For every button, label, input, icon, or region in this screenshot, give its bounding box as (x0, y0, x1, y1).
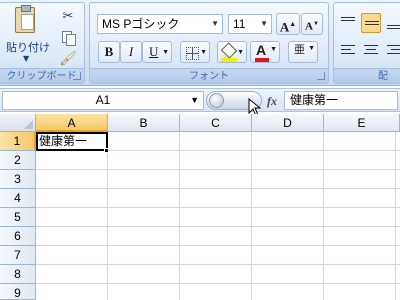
format-painter-icon[interactable]: 🖌 (59, 51, 77, 67)
up-arrow-icon: ▲ (289, 20, 297, 28)
line-icon (387, 53, 400, 54)
line-icon (364, 45, 378, 46)
line-icon (364, 53, 378, 54)
formula-bar: A1 ▼ fx 健康第一 (0, 88, 400, 112)
alignment-group-title: 配 (378, 71, 388, 82)
alignment-group: 配 (333, 2, 400, 84)
insert-function-button[interactable]: fx (262, 92, 282, 110)
line-icon (366, 49, 376, 50)
paste-label: 貼り付け (6, 41, 50, 54)
line-icon (341, 17, 355, 18)
line-icon (341, 20, 355, 21)
borders-button[interactable]: ▼ (180, 41, 210, 63)
align-right-button[interactable] (384, 41, 400, 61)
grow-font-button[interactable]: A▲ (276, 13, 300, 35)
fill-color-button[interactable]: ▼ (217, 41, 247, 63)
row-header-3[interactable]: 3 (0, 170, 36, 189)
row-header-8[interactable]: 8 (0, 265, 36, 284)
paste-icon (15, 5, 35, 33)
row-header-6[interactable]: 6 (0, 227, 36, 246)
line-icon (365, 21, 379, 22)
worksheet-grid: A B C D E 1 2 3 4 5 6 7 8 9 健康第一 (0, 114, 400, 300)
phonetic-guide-button[interactable]: 亜 ▼ (288, 41, 318, 63)
column-header-d[interactable]: D (252, 114, 324, 132)
ribbon: 貼り付け ▼ ✂ 🖌 クリップボード MS Pゴシック ▼ 11 ▼ A▲ A▼… (0, 0, 400, 86)
chevron-down-icon[interactable]: ▼ (190, 92, 199, 109)
clipboard-group: 貼り付け ▼ ✂ 🖌 クリップボード (0, 2, 85, 84)
column-header-a[interactable]: A (36, 114, 108, 132)
align-center-button[interactable] (361, 41, 381, 61)
line-icon (341, 45, 355, 46)
row-header-1[interactable]: 1 (0, 132, 36, 151)
copy-icon[interactable] (59, 30, 77, 46)
cut-icon[interactable]: ✂ (59, 9, 77, 25)
font-color-button[interactable]: A ▼ (250, 41, 280, 63)
dialog-launcher-icon[interactable] (317, 72, 325, 80)
underline-icon: U (149, 44, 159, 59)
clipboard-group-title: クリップボード (6, 71, 77, 82)
align-bottom-button[interactable] (384, 13, 400, 33)
column-header-c[interactable]: C (180, 114, 252, 132)
align-middle-button[interactable] (361, 13, 381, 33)
font-size-value: 11 (233, 17, 246, 31)
shrink-font-button[interactable]: A▼ (301, 13, 323, 35)
column-header-e[interactable]: E (324, 114, 400, 132)
bold-button[interactable]: B (98, 41, 120, 63)
cell-area[interactable] (36, 132, 400, 300)
phonetic-icon: 亜 (294, 44, 305, 56)
grow-font-icon: A (279, 19, 290, 35)
font-size-combobox[interactable]: 11 ▼ (228, 14, 272, 34)
line-icon (387, 25, 400, 26)
font-name-value: MS Pゴシック (102, 17, 180, 31)
row-header-5[interactable]: 5 (0, 208, 36, 227)
name-box[interactable]: A1 ▼ (2, 91, 204, 110)
font-group: MS Pゴシック ▼ 11 ▼ A▲ A▼ B I U ▼ ▼ ▼ A ▼ 亜 … (89, 2, 329, 84)
chevron-down-icon[interactable]: ▼ (211, 15, 219, 33)
line-icon (341, 49, 351, 50)
down-arrow-icon: ▼ (313, 21, 319, 27)
font-name-combobox[interactable]: MS Pゴシック ▼ (97, 14, 223, 34)
select-all-button[interactable] (0, 114, 36, 132)
column-header-b[interactable]: B (108, 114, 180, 132)
chevron-down-icon[interactable]: ▼ (308, 42, 315, 54)
font-group-title: フォント (189, 71, 229, 82)
row-header-9[interactable]: 9 (0, 284, 36, 300)
paste-button[interactable]: 貼り付け ▼ (5, 5, 50, 65)
italic-button[interactable]: I (120, 41, 142, 63)
chevron-down-icon[interactable]: ▼ (270, 42, 277, 58)
chevron-down-icon[interactable]: ▼ (260, 15, 268, 33)
row-header-7[interactable]: 7 (0, 246, 36, 265)
dialog-launcher-icon[interactable] (73, 72, 81, 80)
name-box-value: A1 (95, 93, 111, 107)
line-icon (387, 28, 400, 29)
shrink-font-icon: A (305, 20, 313, 33)
font-format-toolbar: B I U ▼ ▼ ▼ A ▼ 亜 ▼ (95, 41, 325, 65)
row-header-4[interactable]: 4 (0, 189, 36, 208)
clipboard-group-label: クリップボード (0, 68, 84, 83)
alignment-group-label: 配 (334, 68, 400, 83)
align-left-button[interactable] (338, 41, 358, 61)
chevron-down-icon[interactable]: ▼ (162, 42, 169, 62)
line-icon (391, 49, 400, 50)
row-header-2[interactable]: 2 (0, 151, 36, 170)
line-icon (387, 45, 400, 46)
chevron-down-icon[interactable]: ▼ (200, 42, 207, 62)
line-icon (341, 53, 355, 54)
formula-input[interactable]: 健康第一 (284, 91, 398, 110)
grip-icon[interactable] (209, 93, 224, 108)
align-top-button[interactable] (338, 13, 358, 33)
chevron-down-icon[interactable]: ▼ (237, 42, 244, 62)
underline-button[interactable]: U ▼ (142, 41, 172, 63)
font-color-icon: A (256, 42, 267, 58)
fill-handle[interactable] (104, 148, 109, 153)
active-cell-a1[interactable]: 健康第一 (36, 132, 108, 151)
line-icon (365, 24, 379, 25)
font-group-label: フォント (90, 68, 328, 83)
chevron-down-icon[interactable]: ▼ (23, 54, 29, 63)
